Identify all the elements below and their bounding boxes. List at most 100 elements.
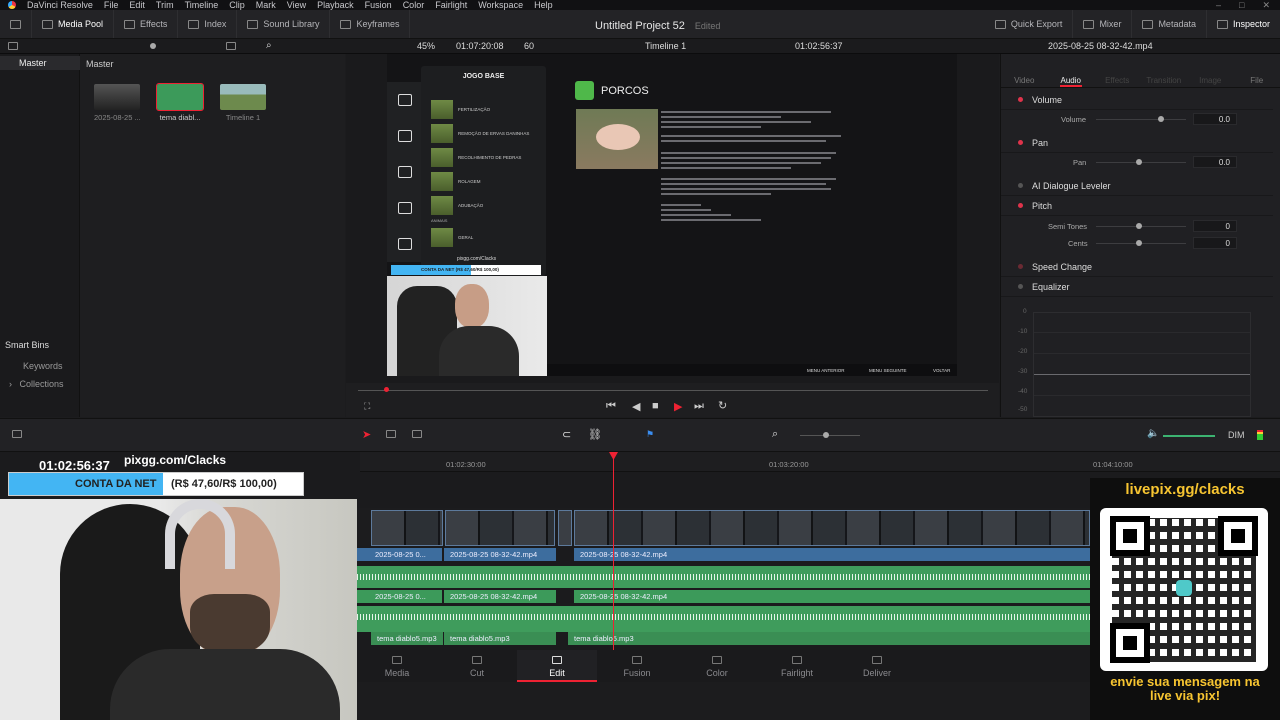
music-waveform[interactable] (357, 606, 1090, 632)
menu-help[interactable]: Help (534, 0, 553, 10)
page-fairlight[interactable]: Fairlight (757, 650, 837, 682)
volume-slider[interactable] (1096, 116, 1186, 122)
timeline-ruler[interactable]: 01:02:30:00 01:03:20:00 01:04:10:00 (360, 452, 1280, 472)
section-volume[interactable]: Volume (1001, 90, 1273, 110)
page-color[interactable]: Color (677, 650, 757, 682)
bin-collections[interactable]: › Collections (9, 379, 64, 389)
scrubber-handle[interactable] (384, 387, 389, 392)
index-button[interactable]: Index (178, 10, 238, 38)
tab-video[interactable]: Video (1001, 54, 1048, 87)
trim-tool-icon[interactable] (386, 430, 396, 440)
zoom-icon[interactable]: ⌕ (772, 428, 778, 441)
video-clip[interactable] (445, 510, 555, 546)
page-deliver[interactable]: Deliver (837, 650, 917, 682)
maximize-icon[interactable]: □ (1239, 0, 1244, 10)
grid-view-icon[interactable] (226, 42, 236, 52)
go-to-start-icon[interactable]: ⏮ (606, 400, 616, 413)
dim-button[interactable]: DIM (1228, 430, 1245, 440)
list-view-icon[interactable] (8, 42, 18, 52)
viewer-scrubber[interactable] (358, 390, 988, 391)
audio-clip-label[interactable]: 2025-08-25 08-32-42.mp4 (444, 590, 556, 603)
inspector-button[interactable]: Inspector (1207, 10, 1280, 38)
page-cut[interactable]: Cut (437, 650, 517, 682)
menu-mark[interactable]: Mark (256, 0, 276, 10)
section-speed-change[interactable]: Speed Change (1001, 257, 1273, 277)
tab-file[interactable]: File (1234, 54, 1280, 87)
effects-button[interactable]: Effects (114, 10, 179, 38)
menu-edit[interactable]: Edit (129, 0, 145, 10)
go-to-end-icon[interactable]: ⏭ (694, 400, 704, 413)
zoom-level[interactable]: 45% (417, 41, 435, 51)
thumb-size-slider[interactable] (150, 43, 156, 49)
monitor-volume-slider[interactable] (1163, 435, 1215, 437)
music-clip-label[interactable]: tema diablo5.mp3 (371, 632, 443, 645)
panel-toggle-icon[interactable] (0, 10, 32, 38)
menu-clip[interactable]: Clip (229, 0, 245, 10)
section-pan[interactable]: Pan (1001, 133, 1273, 153)
pan-slider[interactable] (1096, 159, 1186, 165)
section-ai-dialogue-leveler[interactable]: AI Dialogue Leveler (1001, 176, 1273, 196)
tab-effects[interactable]: Effects (1094, 54, 1141, 87)
layout-icon[interactable] (12, 430, 22, 440)
menu-file[interactable]: File (104, 0, 119, 10)
cents-slider[interactable] (1096, 240, 1186, 246)
link-icon[interactable]: ⛓ (588, 428, 602, 441)
play-reverse-icon[interactable]: ◀ (632, 400, 640, 413)
page-media[interactable]: Media (357, 650, 437, 682)
semitones-slider[interactable] (1096, 223, 1186, 229)
keyframes-button[interactable]: Keyframes (330, 10, 411, 38)
stop-icon[interactable]: ■ (652, 400, 659, 412)
selection-tool-icon[interactable]: ➤ (362, 428, 371, 441)
page-fusion[interactable]: Fusion (597, 650, 677, 682)
snapping-icon[interactable]: ⊂ (562, 428, 571, 441)
menu-fusion[interactable]: Fusion (365, 0, 392, 10)
section-equalizer[interactable]: Equalizer (1001, 277, 1273, 297)
audio-waveform[interactable] (357, 566, 1090, 588)
audio-clip-label[interactable]: 2025-08-25 0... (357, 590, 442, 603)
cents-value[interactable]: 0 (1193, 237, 1237, 249)
flag-icon[interactable]: ⚑ (646, 429, 654, 440)
menu-trim[interactable]: Trim (156, 0, 174, 10)
page-edit[interactable]: Edit (517, 650, 597, 682)
video-clip[interactable] (558, 510, 572, 546)
transform-icon[interactable]: ⛶ (364, 401, 370, 412)
video-clip[interactable] (371, 510, 443, 546)
media-clip-2[interactable]: tema diabl... (156, 83, 204, 122)
section-pitch[interactable]: Pitch (1001, 196, 1273, 216)
search-icon[interactable]: ⌕ (266, 40, 272, 51)
menu-timeline[interactable]: Timeline (185, 0, 219, 10)
eq-graph[interactable] (1033, 312, 1251, 417)
audio-clip-label[interactable]: 2025-08-25 08-32-42.mp4 (574, 590, 1090, 603)
semitones-value[interactable]: 0 (1193, 220, 1237, 232)
close-icon[interactable]: ✕ (1262, 0, 1270, 10)
video-clip-label[interactable]: 2025-08-25 08-32-42.mp4 (574, 548, 1090, 561)
media-clip-3[interactable]: Timeline 1 (220, 84, 266, 122)
timeline-name[interactable]: Timeline 1 (645, 41, 686, 51)
metadata-button[interactable]: Metadata (1132, 10, 1207, 38)
bin-keywords[interactable]: Keywords (23, 361, 63, 371)
menu-fairlight[interactable]: Fairlight (435, 0, 467, 10)
volume-enable-icon[interactable] (1018, 97, 1023, 102)
pan-enable-icon[interactable] (1018, 140, 1023, 145)
menu-playback[interactable]: Playback (317, 0, 354, 10)
video-clip[interactable] (574, 510, 1090, 546)
music-clip-label[interactable]: tema diablo5.mp3 (444, 632, 556, 645)
speed-enable-icon[interactable] (1018, 264, 1023, 269)
menu-view[interactable]: View (287, 0, 306, 10)
app-name[interactable]: DaVinci Resolve (27, 0, 93, 10)
tab-image[interactable]: Image (1187, 54, 1234, 87)
speaker-icon[interactable]: 🔈 (1147, 428, 1159, 439)
minimize-icon[interactable]: – (1216, 0, 1221, 10)
menu-workspace[interactable]: Workspace (478, 0, 523, 10)
bin-master[interactable]: Master (0, 56, 80, 70)
volume-value[interactable]: 0.0 (1193, 113, 1237, 125)
video-clip-label[interactable]: 2025-08-25 0... (357, 548, 442, 561)
menu-color[interactable]: Color (403, 0, 425, 10)
timeline-zoom-slider[interactable] (800, 432, 860, 438)
playhead[interactable] (613, 452, 614, 650)
music-clip-label[interactable]: tema diablo5.mp3 (568, 632, 1090, 645)
play-icon[interactable]: ▶ (674, 400, 682, 413)
media-clip-1[interactable]: 2025-08-25 ... (94, 84, 141, 122)
media-pool-button[interactable]: Media Pool (32, 10, 115, 38)
tab-transition[interactable]: Transition (1141, 54, 1188, 87)
